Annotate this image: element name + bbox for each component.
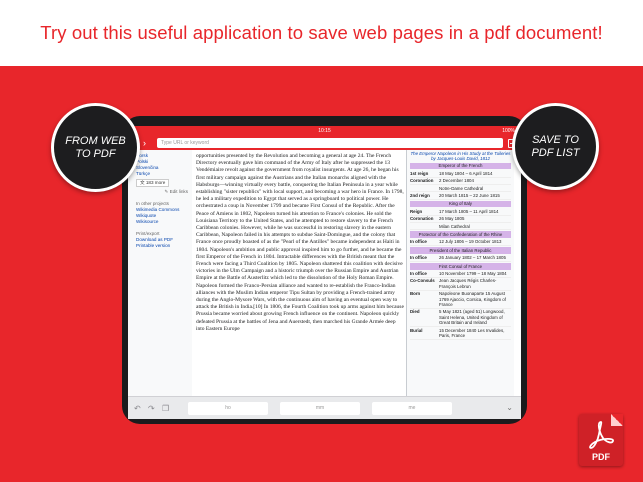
infobox-row: Notre-Dame Cathedral xyxy=(410,185,511,193)
infobox-value: 26 January 1802 – 17 March 1805 xyxy=(439,255,506,261)
infobox-key: Coronation xyxy=(410,178,434,184)
suggestion[interactable]: me xyxy=(372,401,452,415)
infobox-value: 12 July 1806 – 19 October 1813 xyxy=(439,239,502,245)
infobox: The Emperor Napoleon in His Study at the… xyxy=(406,150,514,396)
infobox-row: Co-Consuls Jean Jacques Régis Charles-Fra… xyxy=(410,278,511,291)
infobox-section-heading: Protector of the Confederation of the Rh… xyxy=(410,231,511,238)
lang-link[interactable]: Türkçe xyxy=(136,171,188,177)
infobox-row: In office 12 July 1806 – 19 October 1813 xyxy=(410,239,511,247)
infobox-caption: The Emperor Napoleon in His Study at the… xyxy=(410,151,511,162)
wiki-sidebar: Norsk Polski Slovenčina Türkçe 文 183 mor… xyxy=(128,150,192,396)
infobox-value: 20 March 1815 – 22 June 1815 xyxy=(439,192,500,198)
infobox-key: Reign xyxy=(410,208,423,214)
infobox-value: Notre-Dame Cathedral xyxy=(439,185,484,191)
suggestion[interactable]: ho xyxy=(188,401,268,415)
paste-icon[interactable]: ❐ xyxy=(162,404,176,413)
infobox-row: Coronation 2 December 1804 xyxy=(410,178,511,186)
more-languages-button[interactable]: 文 183 more xyxy=(136,179,170,187)
callout-line: TO PDF xyxy=(75,147,116,160)
infobox-key: Co-Consuls xyxy=(410,278,435,284)
infobox-value: Jean Jacques Régis Charles-François Lebr… xyxy=(439,278,497,289)
infobox-row: In office 26 January 1802 – 17 March 1805 xyxy=(410,255,511,263)
infobox-value: 15 December 1840 Les Invalides, Paris, F… xyxy=(439,327,505,339)
browser-toolbar: ‹ › Type URL or keyword xyxy=(128,136,521,150)
printable-version-link[interactable]: Printable version xyxy=(136,243,188,249)
infobox-value: 26 May 1805 xyxy=(439,216,465,222)
callout-line: FROM WEB xyxy=(65,134,126,147)
infobox-key xyxy=(410,186,439,191)
infobox-section-heading: President of the Italian Republic xyxy=(410,247,511,254)
save-to-pdf-list-callout: SAVE TO PDF LIST xyxy=(512,103,599,190)
infobox-key: 1st reign xyxy=(410,170,429,176)
infobox-value: 18 May 1804 – 6 April 1814 xyxy=(439,170,493,176)
infobox-key: Coronation xyxy=(410,216,434,222)
infobox-row: 1st reign 18 May 1804 – 6 April 1814 xyxy=(410,170,511,178)
promo-headline: Try out this useful application to save … xyxy=(40,22,603,43)
infobox-section-heading: First Consul of France xyxy=(410,263,511,270)
app-screen: 10:15 100% ‹ › Type URL or keyword Norsk… xyxy=(128,126,521,419)
infobox-key: Died xyxy=(410,309,420,315)
suggestion[interactable]: mm xyxy=(280,401,360,415)
top-banner: Try out this useful application to save … xyxy=(0,0,643,66)
pdf-label: PDF xyxy=(592,452,610,462)
infobox-row: Reign 17 March 1805 – 11 April 1814 xyxy=(410,208,511,216)
infobox-key: In office xyxy=(410,255,427,261)
infobox-row: Died 5 May 1821 (aged 51) Longwood, Saint… xyxy=(410,309,511,328)
keyboard-shortcut-bar: ↶ ↷ ❐ ho mm me ⌄ xyxy=(128,396,521,419)
forward-arrow-icon[interactable]: › xyxy=(143,138,153,148)
infobox-section-heading: King of Italy xyxy=(410,200,511,208)
infobox-row: Milan Cathedral xyxy=(410,223,511,231)
acrobat-swoosh-icon xyxy=(589,421,614,449)
infobox-key: In office xyxy=(410,239,427,245)
infobox-key xyxy=(410,224,439,229)
infobox-row: In office 10 November 1799 – 18 May 1804 xyxy=(410,271,511,278)
url-input[interactable]: Type URL or keyword xyxy=(157,138,503,148)
status-bar: 10:15 100% xyxy=(128,126,521,136)
infobox-key: Born xyxy=(410,291,421,297)
infobox-key: Burial xyxy=(410,327,423,333)
callout-line: SAVE TO xyxy=(532,133,579,146)
status-time: 10:15 xyxy=(318,128,331,134)
infobox-row: Coronation 26 May 1805 xyxy=(410,216,511,224)
redo-icon[interactable]: ↷ xyxy=(148,404,162,413)
pdf-app-icon: PDF xyxy=(579,414,623,466)
infobox-value: 2 December 1804 xyxy=(439,178,474,184)
infobox-value: 10 November 1799 – 18 May 1804 xyxy=(439,271,507,276)
chevron-down-icon[interactable]: ⌄ xyxy=(506,403,513,412)
callout-line: PDF LIST xyxy=(531,146,580,159)
infobox-row: Born Napoleone Buonaparte 15 August 1769 … xyxy=(410,291,511,309)
from-web-to-pdf-callout: FROM WEB TO PDF xyxy=(51,103,140,192)
infobox-value: 5 May 1821 (aged 51) Longwood, Saint Hel… xyxy=(439,309,505,326)
article-paragraph: opportunities presented by the Revolutio… xyxy=(196,153,404,332)
infobox-section-heading: Emperor of the French xyxy=(410,162,511,170)
infobox-key: In office xyxy=(410,271,427,276)
infobox-value: 17 March 1805 – 11 April 1814 xyxy=(439,208,499,214)
infobox-key: 2nd reign xyxy=(410,192,430,198)
undo-icon[interactable]: ↶ xyxy=(134,404,148,413)
infobox-row: 2nd reign 20 March 1815 – 22 June 1815 xyxy=(410,192,511,200)
infobox-row: Burial 15 December 1840 Les Invalides, Pa… xyxy=(410,327,511,340)
infobox-value: Napoleone Buonaparte 15 August 1769 Ajac… xyxy=(439,291,506,308)
article-body: opportunities presented by the Revolutio… xyxy=(196,150,404,396)
infobox-value: Milan Cathedral xyxy=(439,223,470,229)
